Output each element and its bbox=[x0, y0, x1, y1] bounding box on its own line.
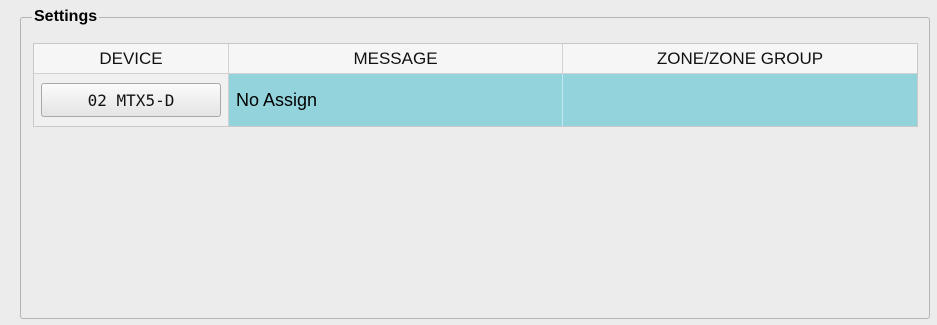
device-cell: 02 MTX5-D bbox=[34, 74, 229, 126]
table-header: DEVICE MESSAGE ZONE/ZONE GROUP bbox=[34, 44, 917, 74]
column-header-message[interactable]: MESSAGE bbox=[229, 44, 563, 73]
column-header-zone[interactable]: ZONE/ZONE GROUP bbox=[563, 44, 917, 73]
settings-group-title: Settings bbox=[32, 7, 100, 27]
table-row[interactable]: 02 MTX5-D No Assign bbox=[34, 74, 917, 126]
zone-cell[interactable] bbox=[563, 74, 917, 126]
device-button[interactable]: 02 MTX5-D bbox=[41, 83, 221, 117]
message-cell[interactable]: No Assign bbox=[229, 74, 563, 126]
column-header-device[interactable]: DEVICE bbox=[34, 44, 229, 73]
settings-table: DEVICE MESSAGE ZONE/ZONE GROUP 02 MTX5-D… bbox=[33, 43, 918, 127]
